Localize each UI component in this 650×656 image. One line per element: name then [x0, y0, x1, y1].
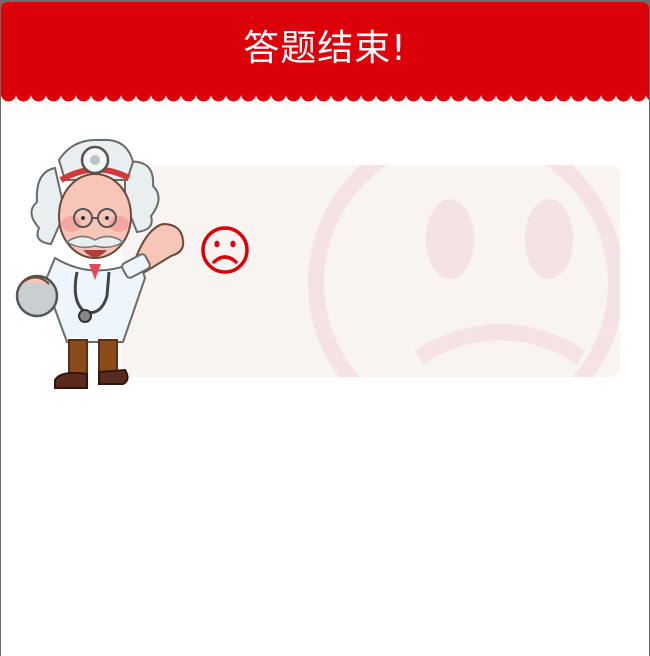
sad-face-icon: [201, 226, 249, 274]
header-scalloped-edge: [1, 92, 649, 104]
sad-face-watermark-icon: [308, 165, 620, 377]
dialog-header: 答题结束!: [1, 2, 649, 95]
dialog-title: 答题结束!: [243, 28, 407, 69]
result-dialog: 答题结束!: [1, 2, 649, 656]
result-panel: [121, 165, 620, 377]
doctor-mascot-illustration: [15, 138, 185, 389]
